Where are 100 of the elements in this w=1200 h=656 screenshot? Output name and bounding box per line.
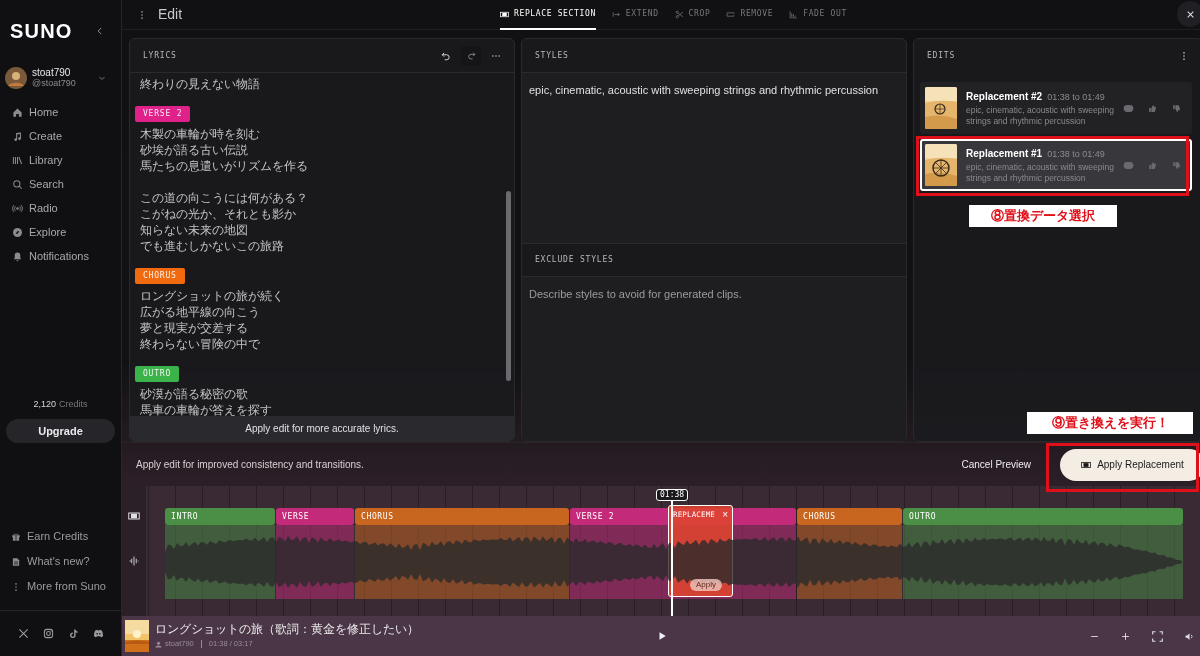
lyric-line: ロングショットの旅が続く — [139, 288, 284, 304]
replace-icon — [500, 9, 509, 19]
lyric-line: でも進むしかないこの旅路 — [139, 238, 284, 254]
nav-item[interactable]: Explore — [12, 222, 109, 242]
section-icon[interactable] — [128, 510, 140, 522]
volume-icon[interactable] — [1185, 631, 1194, 641]
avatar[interactable] — [5, 67, 27, 89]
status-message: Apply edit for improved consistency and transitions. — [136, 458, 365, 472]
credits-amount: 2,120 — [33, 397, 56, 411]
time-range: 01:38 to 01:49 — [1047, 148, 1105, 162]
panel-title: EDITS — [927, 50, 957, 62]
instagram-icon[interactable] — [42, 628, 54, 639]
section-label[interactable]: CHORUS — [797, 508, 902, 525]
upgrade-button[interactable]: Upgrade — [6, 419, 115, 443]
credits-label: Credits — [59, 397, 88, 411]
section-tag: CHORUS — [135, 268, 185, 284]
user-icon — [155, 640, 162, 648]
annotation-label: ⑧置換データ選択 — [969, 205, 1117, 227]
thumbs-down-icon[interactable] — [1172, 160, 1181, 170]
section-label[interactable]: VERSE — [276, 508, 354, 525]
gift-icon — [11, 531, 21, 542]
remove-region-button[interactable]: × — [722, 509, 728, 520]
redo-button[interactable] — [461, 45, 481, 66]
tab[interactable]: REMOVE — [726, 0, 774, 30]
zoom-in-icon[interactable] — [1121, 631, 1130, 641]
section-label[interactable]: CHORUS — [355, 508, 569, 525]
lyric-line: 夢と現実が交差する — [139, 320, 248, 336]
lyric-line: 馬車の車輪が答えを探す — [139, 402, 272, 416]
tab[interactable]: FADE OUT — [789, 0, 847, 30]
lyric-line: この道の向こうには何がある？ — [139, 190, 308, 206]
time-range: 01:38 to 01:49 — [1047, 91, 1105, 105]
edit-item[interactable]: Replacement #1 01:38 to 01:49 epic, cinematic, acoustic with sweeping strings and rhythmic percussion — [920, 139, 1192, 191]
styles-field[interactable]: epic, cinematic, acoustic with sweeping strings and rhythmic percussion — [522, 73, 906, 243]
tab[interactable]: CROP — [674, 0, 711, 30]
edit-description: epic, cinematic, acoustic with sweeping strings and rhythmic percussion — [966, 161, 1114, 184]
fade-icon — [789, 9, 799, 19]
edit-title: Replacement #2 — [966, 90, 1043, 105]
cancel-preview-button[interactable]: Cancel Preview — [961, 457, 1031, 472]
lyric-line: こがねの光か、それとも影か — [139, 206, 296, 222]
nav-item[interactable]: Notifications — [12, 246, 109, 266]
logo[interactable]: SUNO — [10, 16, 73, 46]
apply-chip[interactable]: Apply — [690, 579, 722, 591]
nav-item[interactable]: Create — [12, 126, 109, 146]
undo-icon[interactable] — [441, 50, 451, 61]
menu-link[interactable]: More from Suno — [11, 577, 110, 596]
section-tag: VERSE 2 — [135, 106, 191, 122]
user-handle: @stoat790 — [32, 78, 77, 89]
info-bar: Apply edit for more accurate lyrics. — [130, 416, 514, 441]
thumbs-up-icon[interactable] — [1148, 103, 1157, 113]
panel-title: EXCLUDE STYLES — [535, 254, 614, 266]
close-button[interactable] — [1177, 1, 1200, 27]
lyric-line: 砂漠が語る秘密の歌 — [139, 386, 248, 402]
apply-replacement-button[interactable]: Apply Replacement — [1060, 448, 1200, 481]
lyric-line: 馬たちの息遣いがリズムを作る — [139, 158, 308, 174]
library-icon — [12, 154, 23, 166]
thumbs-up-icon[interactable] — [1148, 160, 1157, 170]
section-label[interactable]: OUTRO — [903, 508, 1183, 525]
x-logo-icon[interactable] — [17, 628, 29, 639]
replace-icon — [1081, 459, 1092, 470]
edit-title: Replacement #1 — [966, 147, 1043, 162]
music-note-icon — [12, 130, 23, 142]
annotation-label: ⑨置き換えを実行！ — [1027, 412, 1193, 434]
edit-description: epic, cinematic, acoustic with sweeping strings and rhythmic percussion — [966, 104, 1114, 127]
collapse-icon[interactable] — [95, 26, 105, 36]
tab[interactable]: EXTEND — [611, 0, 659, 30]
lyric-line: 知らない未来の地図 — [139, 222, 248, 238]
extend-icon — [611, 9, 621, 19]
page-title: Edit — [158, 5, 183, 24]
fullscreen-icon[interactable] — [1152, 630, 1163, 642]
nav-item[interactable]: Library — [12, 150, 109, 170]
lyric-line: 木製の車輪が時を刻む — [139, 126, 260, 142]
search-icon — [12, 178, 23, 190]
panel-title: STYLES — [535, 49, 569, 62]
document-icon — [11, 556, 21, 567]
user-name: stoat790 — [32, 67, 72, 78]
edit-item[interactable]: Replacement #2 01:38 to 01:49 epic, cinematic, acoustic with sweeping strings and rhythmic percussion — [920, 82, 1192, 134]
nav-item[interactable]: Radio — [12, 198, 109, 218]
section-label[interactable]: INTRO — [165, 508, 275, 525]
remove-icon — [726, 9, 736, 19]
nav-item[interactable]: Search — [12, 174, 109, 194]
panel-title: LYRICS — [143, 49, 178, 62]
tiktok-icon[interactable] — [67, 628, 79, 639]
playhead-time: 01:38 — [656, 489, 689, 501]
lyric-line: 終わらない冒険の中で — [139, 336, 260, 352]
home-icon — [12, 106, 23, 118]
song-title[interactable]: ロングショットの旅（歌詞：黄金を修正したい） — [155, 622, 419, 637]
menu-link[interactable]: Earn Credits — [11, 527, 110, 546]
tab[interactable]: REPLACE SECTION — [500, 0, 596, 30]
compass-icon — [12, 226, 23, 238]
close-icon — [1185, 9, 1195, 19]
nav-item[interactable]: Home — [12, 102, 109, 122]
thumbs-down-icon[interactable] — [1172, 103, 1181, 113]
exclude-styles-field[interactable]: Describe styles to avoid for generated clips. — [522, 277, 906, 441]
radio-icon — [12, 202, 23, 214]
menu-link[interactable]: What's new? — [11, 552, 110, 571]
discord-icon[interactable] — [92, 628, 104, 639]
play-icon[interactable] — [657, 631, 667, 641]
lyric-line: 広がる地平線の向こう — [139, 304, 260, 320]
lyric-line: 砂埃が語る古い伝説 — [139, 142, 248, 158]
waveform-icon[interactable] — [128, 555, 140, 567]
